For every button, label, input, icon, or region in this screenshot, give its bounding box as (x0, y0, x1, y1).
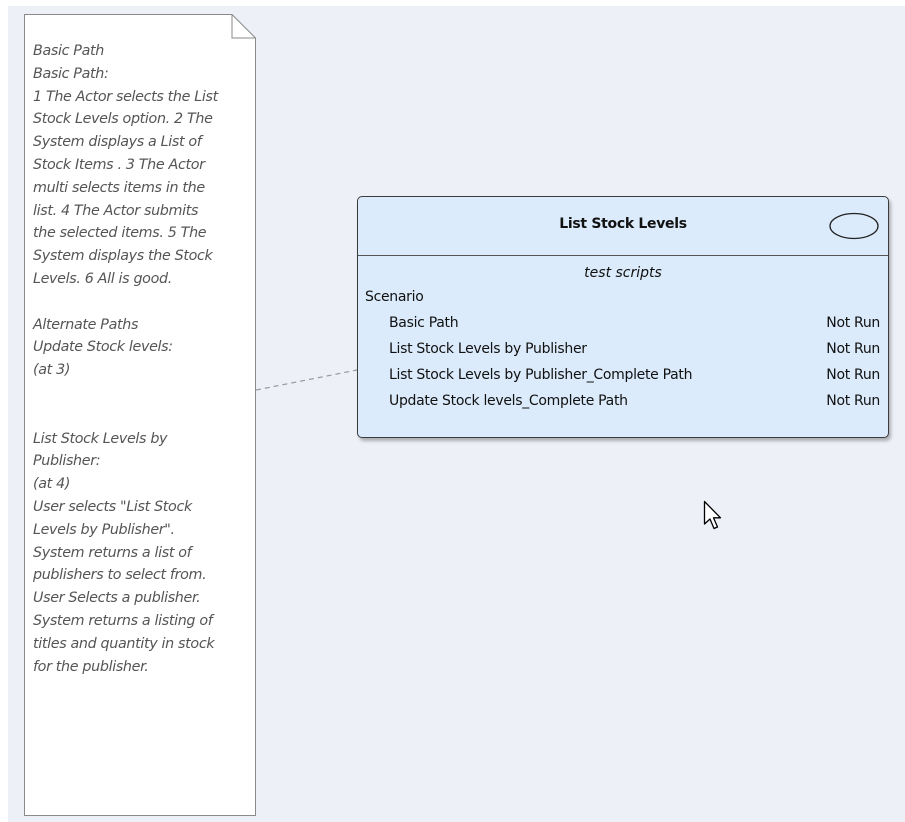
script-name: List Stock Levels by Publisher (389, 341, 587, 357)
note-element[interactable]: Basic Path Basic Path: 1 The Actor selec… (24, 14, 256, 816)
script-status: Not Run (826, 367, 880, 383)
use-case-ellipse-icon (829, 212, 879, 240)
script-row[interactable]: List Stock Levels by Publisher_Complete … (358, 362, 888, 388)
use-case-element[interactable]: List Stock Levels test scripts Scenario … (357, 196, 889, 438)
script-row[interactable]: Update Stock levels_Complete Path Not Ru… (358, 388, 888, 414)
script-list: Basic Path Not Run List Stock Levels by … (358, 310, 888, 414)
scenario-label: Scenario (365, 289, 424, 305)
script-row[interactable]: Basic Path Not Run (358, 310, 888, 336)
element-title: List Stock Levels (559, 216, 687, 232)
script-name: Basic Path (389, 315, 459, 331)
script-row[interactable]: List Stock Levels by Publisher Not Run (358, 336, 888, 362)
script-name: List Stock Levels by Publisher_Complete … (389, 367, 693, 383)
script-name: Update Stock levels_Complete Path (389, 393, 628, 409)
mouse-pointer-icon (703, 500, 722, 530)
script-status: Not Run (826, 315, 880, 331)
script-status: Not Run (826, 341, 880, 357)
compartment-title: test scripts (584, 265, 662, 281)
script-status: Not Run (826, 393, 880, 409)
note-text: Basic Path Basic Path: 1 The Actor selec… (33, 43, 218, 675)
element-header: List Stock Levels (358, 197, 888, 256)
